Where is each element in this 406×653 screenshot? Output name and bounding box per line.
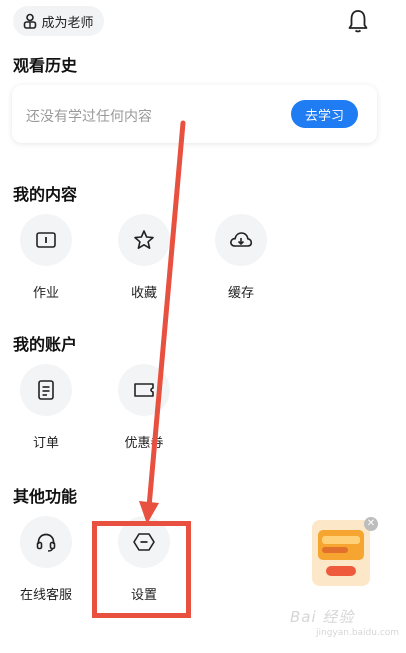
tile-orders[interactable]: 订单: [18, 364, 74, 451]
other-functions-title: 其他功能: [13, 487, 78, 506]
my-content-title: 我的内容: [13, 185, 78, 204]
coupon-icon: [134, 383, 154, 397]
tile-label: 设置: [130, 588, 157, 603]
user-icon: [24, 13, 37, 29]
tile-settings[interactable]: 设置: [116, 516, 172, 603]
tile-coupons[interactable]: 优惠券: [116, 364, 172, 451]
settings-icon: [133, 533, 155, 551]
tile-homework[interactable]: 作业: [18, 214, 74, 301]
cloud-download-icon: [230, 232, 253, 247]
become-teacher-label: 成为老师: [41, 15, 94, 31]
star-icon: [134, 230, 154, 249]
tile-cache[interactable]: 缓存: [213, 214, 269, 301]
order-icon: [38, 380, 54, 400]
tile-label: 在线客服: [19, 588, 72, 603]
tile-favorites[interactable]: 收藏: [116, 214, 172, 301]
headset-icon: [36, 533, 56, 552]
promo-badge-icon: [312, 520, 370, 586]
homework-icon: [36, 232, 56, 248]
close-icon[interactable]: ✕: [364, 517, 378, 531]
tile-label: 订单: [32, 436, 59, 451]
watermark-url: jingyan.baidu.com: [316, 628, 400, 638]
become-teacher-button[interactable]: 成为老师: [13, 6, 104, 36]
go-study-button[interactable]: 去学习: [291, 100, 358, 128]
my-account-title: 我的账户: [13, 335, 78, 354]
history-title: 观看历史: [13, 56, 78, 75]
history-empty-text: 还没有学过任何内容: [26, 109, 152, 125]
tile-label: 作业: [32, 286, 59, 301]
tile-label: 缓存: [227, 286, 254, 301]
tile-label: 收藏: [130, 286, 157, 301]
tile-customer-service[interactable]: 在线客服: [18, 516, 74, 603]
promo-badge[interactable]: [312, 520, 370, 586]
bell-icon[interactable]: [346, 8, 370, 34]
tile-label: 优惠券: [124, 436, 164, 451]
watermark-logo: Bai 经验: [290, 608, 355, 626]
